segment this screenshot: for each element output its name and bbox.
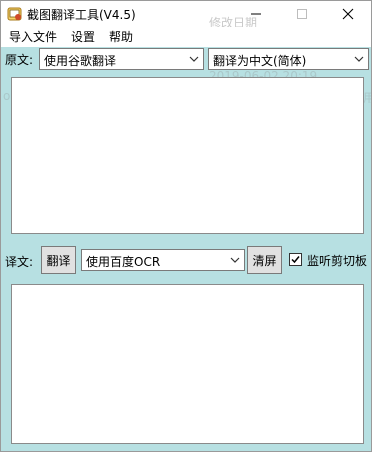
source-text-area[interactable] (11, 77, 364, 234)
minimize-icon (251, 13, 261, 15)
translate-button-label: 翻译 (46, 253, 71, 268)
menu-item-help[interactable]: 帮助 (109, 28, 133, 45)
clear-button[interactable]: 清屏 (247, 246, 282, 274)
monitor-clipboard-label[interactable]: 监听剪切板 (307, 252, 367, 269)
target-language-select[interactable]: 翻译为中文(简体) (208, 48, 369, 70)
window-title: 截图翻译工具(V4.5) (27, 8, 136, 22)
app-window: 截图翻译工具(V4.5) 修改日期 导入文件 设置 帮助 原文: 使用谷歌翻译 … (0, 0, 372, 452)
ocr-engine-value: 使用百度OCR (86, 255, 161, 269)
menu-bar: 导入文件 设置 帮助 (1, 27, 371, 47)
clear-button-label: 清屏 (252, 253, 277, 268)
chevron-down-icon (189, 56, 199, 62)
translate-button[interactable]: 翻译 (41, 246, 76, 274)
maximize-icon (297, 9, 307, 19)
checkmark-icon (291, 256, 300, 264)
close-button[interactable] (325, 1, 371, 27)
menu-item-settings[interactable]: 设置 (71, 28, 95, 45)
monitor-clipboard-checkbox[interactable] (289, 253, 302, 266)
close-icon (342, 8, 354, 20)
maximize-button[interactable] (279, 1, 325, 27)
menu-item-import-file[interactable]: 导入文件 (9, 28, 57, 45)
source-label: 原文: (5, 53, 34, 67)
app-icon (7, 6, 23, 22)
title-bar[interactable]: 截图翻译工具(V4.5) 修改日期 (1, 1, 371, 30)
ocr-engine-select[interactable]: 使用百度OCR (81, 249, 245, 271)
translate-engine-select[interactable]: 使用谷歌翻译 (39, 48, 204, 70)
translation-label: 译文: (5, 255, 34, 269)
client-area: 原文: 使用谷歌翻译 翻译为中文(简体) 2019-06-02 20:19 o.… (1, 47, 371, 451)
chevron-down-icon (354, 56, 364, 62)
translation-text-area[interactable] (11, 284, 364, 444)
minimize-button[interactable] (233, 1, 279, 27)
target-language-value: 翻译为中文(简体) (213, 54, 307, 68)
translate-engine-value: 使用谷歌翻译 (44, 54, 117, 68)
chevron-down-icon (230, 257, 240, 263)
